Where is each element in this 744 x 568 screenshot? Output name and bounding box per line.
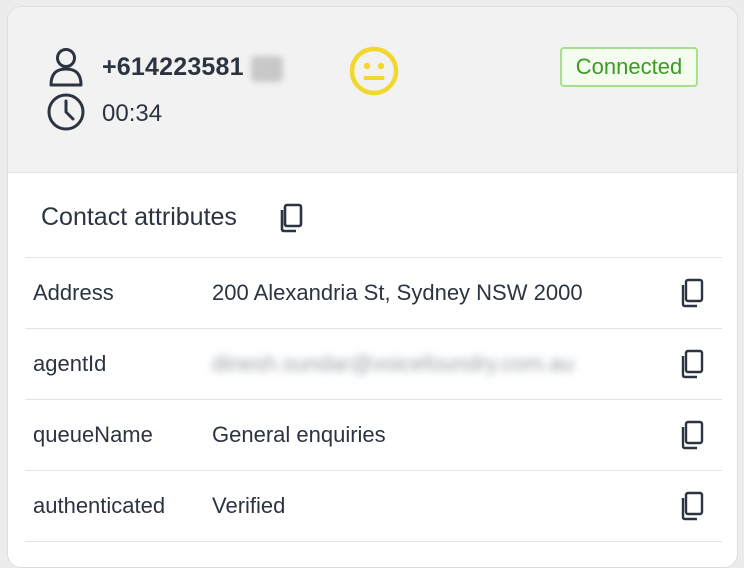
copy-icon[interactable] — [680, 349, 704, 379]
attribute-row-agentid: agentId dinesh.sundar@voicefoundry.com.a… — [25, 328, 722, 399]
copy-icon[interactable] — [680, 278, 704, 308]
copy-icon[interactable] — [680, 491, 704, 521]
phone-redaction — [251, 56, 283, 82]
attribute-row-queuename: queueName General enquiries — [25, 399, 722, 470]
call-timer: 00:34 — [102, 100, 163, 127]
attribute-value: 200 Alexandria St, Sydney NSW 2000 — [212, 280, 583, 305]
copy-all-attributes-icon[interactable] — [278, 203, 304, 233]
attribute-key: Address — [33, 280, 114, 305]
attribute-value: dinesh.sundar@voicefoundry.com.au — [212, 351, 574, 376]
person-icon — [49, 48, 83, 87]
caller-phone-number: +614223581 — [102, 53, 244, 81]
clock-icon — [47, 93, 85, 131]
copy-icon[interactable] — [680, 420, 704, 450]
attributes-table: Address 200 Alexandria St, Sydney NSW 20… — [25, 257, 722, 542]
attribute-row-authenticated: authenticated Verified — [25, 470, 722, 542]
attribute-key: queueName — [33, 422, 153, 447]
attribute-row-address: Address 200 Alexandria St, Sydney NSW 20… — [25, 257, 722, 328]
neutral-face-icon — [349, 46, 399, 96]
attribute-key: authenticated — [33, 493, 166, 518]
attribute-value: General enquiries — [212, 422, 386, 447]
section-title: Contact attributes — [41, 203, 237, 231]
contact-header: +614223581 00:34 Connected — [8, 7, 737, 173]
attribute-key: agentId — [33, 351, 107, 376]
status-badge: Connected — [560, 47, 698, 87]
attribute-value: Verified — [212, 493, 286, 518]
contact-card: +614223581 00:34 Connected Contact attri… — [7, 6, 738, 568]
